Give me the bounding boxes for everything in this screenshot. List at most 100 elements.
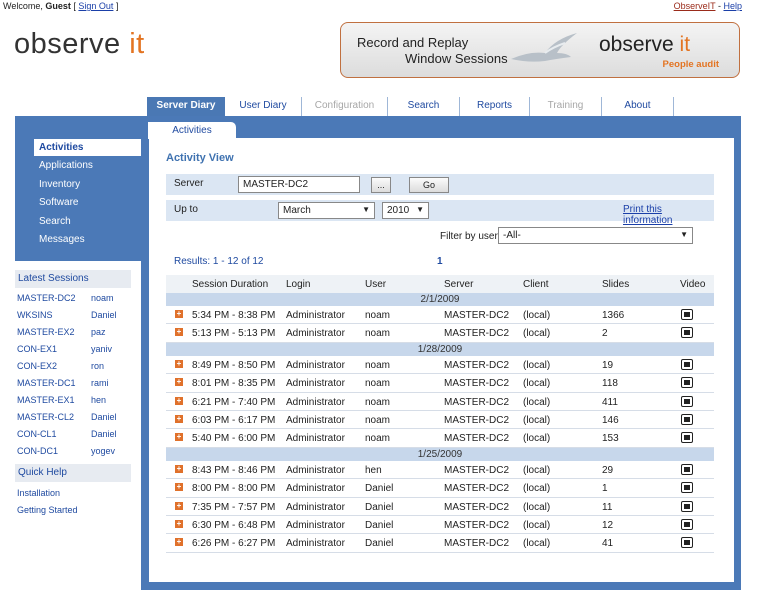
cell-duration: 6:30 PM - 6:48 PM (192, 519, 276, 531)
year-select[interactable]: 2010 ▼ (382, 202, 429, 219)
cell-login: Administrator (286, 538, 345, 550)
session-server[interactable]: CON-EX2 (17, 358, 57, 375)
video-play-icon[interactable] (681, 482, 693, 494)
tab-user-diary[interactable]: User Diary (225, 97, 302, 116)
server-input[interactable]: MASTER-DC2 (238, 176, 360, 193)
session-row[interactable]: MASTER-CL2 Daniel (17, 409, 131, 426)
sign-out-link[interactable]: Sign Out (78, 1, 113, 11)
cell-slides: 146 (602, 414, 619, 426)
observeit-link[interactable]: ObserveIT (674, 1, 716, 11)
session-user[interactable]: ron (91, 358, 104, 375)
sidebar-item-activities[interactable]: Activities (34, 139, 141, 156)
go-button[interactable]: Go (409, 177, 449, 193)
session-user[interactable]: rami (91, 375, 109, 392)
video-play-icon[interactable] (681, 358, 693, 370)
session-row[interactable]: CON-CL1 Daniel (17, 426, 131, 443)
getting-started-link[interactable]: Getting Started (17, 502, 78, 519)
session-user[interactable]: paz (91, 324, 106, 341)
session-row[interactable]: MASTER-DC2 noam (17, 290, 131, 307)
session-row[interactable]: CON-EX2 ron (17, 358, 131, 375)
sidebar-item-search[interactable]: Search (24, 213, 141, 230)
tab-configuration[interactable]: Configuration (302, 97, 388, 116)
expand-icon[interactable]: + (175, 433, 183, 442)
video-play-icon[interactable] (681, 377, 693, 389)
tab-search[interactable]: Search (388, 97, 460, 116)
expand-icon[interactable]: + (175, 464, 183, 473)
video-play-icon[interactable] (681, 413, 693, 425)
session-server[interactable]: CON-DC1 (17, 443, 58, 460)
session-row[interactable]: CON-EX1 yaniv (17, 341, 131, 358)
tab-reports[interactable]: Reports (460, 97, 530, 116)
expand-icon[interactable]: + (175, 538, 183, 547)
cell-client: (local) (523, 310, 551, 321)
observeit-logo: observe it (14, 28, 145, 61)
session-user[interactable]: Daniel (91, 409, 117, 426)
cell-server: MASTER-DC2 (444, 464, 510, 476)
expand-icon[interactable]: + (175, 310, 183, 318)
cell-client: (local) (523, 519, 551, 531)
video-play-icon[interactable] (681, 518, 693, 530)
session-server[interactable]: MASTER-EX1 (17, 392, 75, 409)
current-user: Guest (45, 1, 71, 11)
expand-icon[interactable]: + (175, 414, 183, 423)
tab-server-diary[interactable]: Server Diary (147, 97, 225, 118)
session-server[interactable]: MASTER-DC1 (17, 375, 76, 392)
session-row[interactable]: MASTER-EX2 paz (17, 324, 131, 341)
subtab-activities[interactable]: Activities (148, 122, 236, 139)
month-select[interactable]: March ▼ (278, 202, 375, 219)
expand-icon[interactable]: + (175, 396, 183, 405)
session-server[interactable]: WKSINS (17, 307, 53, 324)
video-play-icon[interactable] (681, 537, 693, 549)
session-row[interactable]: WKSINS Daniel (17, 307, 131, 324)
help-link[interactable]: Help (723, 1, 742, 11)
session-row[interactable]: MASTER-EX1 hen (17, 392, 131, 409)
video-play-icon[interactable] (681, 395, 693, 407)
session-user[interactable]: yaniv (91, 341, 112, 358)
logo-text: observe (14, 28, 130, 60)
cell-server: MASTER-DC2 (444, 378, 510, 390)
session-row[interactable]: CON-DC1 yogev (17, 443, 131, 460)
video-play-icon[interactable] (681, 463, 693, 475)
expand-icon[interactable]: + (175, 359, 183, 368)
sidebar-item-inventory[interactable]: Inventory (24, 176, 141, 193)
page-number[interactable]: 1 (437, 256, 443, 267)
tab-training[interactable]: Training (530, 97, 602, 116)
video-play-icon[interactable] (681, 500, 693, 512)
sidebar-item-software[interactable]: Software (24, 194, 141, 211)
print-link[interactable]: Print this information (623, 204, 714, 226)
expand-icon[interactable]: + (175, 519, 183, 528)
session-user[interactable]: hen (91, 392, 106, 409)
sidebar-item-applications[interactable]: Applications (24, 157, 141, 174)
cell-server: MASTER-DC2 (444, 501, 510, 513)
cell-login: Administrator (286, 414, 345, 426)
session-row[interactable]: MASTER-DC1 rami (17, 375, 131, 392)
browse-button[interactable]: ... (371, 177, 391, 193)
installation-link[interactable]: Installation (17, 485, 60, 502)
session-user[interactable]: noam (91, 290, 114, 307)
session-user[interactable]: yogev (91, 443, 115, 460)
tab-about[interactable]: About (602, 97, 674, 116)
server-label: Server (174, 178, 204, 189)
sidebar-item-messages[interactable]: Messages (24, 231, 141, 248)
session-user[interactable]: Daniel (91, 426, 117, 443)
video-play-icon[interactable] (681, 432, 693, 444)
session-server[interactable]: MASTER-EX2 (17, 324, 75, 341)
session-server[interactable]: MASTER-DC2 (17, 290, 76, 307)
cell-duration: 6:21 PM - 7:40 PM (192, 396, 276, 408)
session-server[interactable]: CON-CL1 (17, 426, 57, 443)
expand-icon[interactable]: + (175, 483, 183, 492)
user-filter-select[interactable]: -All- ▼ (498, 227, 693, 244)
expand-icon[interactable]: + (175, 328, 183, 337)
cell-login: Administrator (286, 310, 345, 321)
session-server[interactable]: MASTER-CL2 (17, 409, 74, 426)
table-header: Session Duration Login User Server Clien… (166, 275, 714, 293)
upto-label: Up to (174, 204, 198, 215)
server-filter-bar: Server MASTER-DC2 ... Go (166, 174, 714, 195)
expand-icon[interactable]: + (175, 501, 183, 510)
session-server[interactable]: CON-EX1 (17, 341, 57, 358)
cell-login: Administrator (286, 464, 345, 476)
video-play-icon[interactable] (681, 327, 693, 339)
expand-icon[interactable]: + (175, 378, 183, 387)
session-user[interactable]: Daniel (91, 307, 117, 324)
video-play-icon[interactable] (681, 309, 693, 320)
